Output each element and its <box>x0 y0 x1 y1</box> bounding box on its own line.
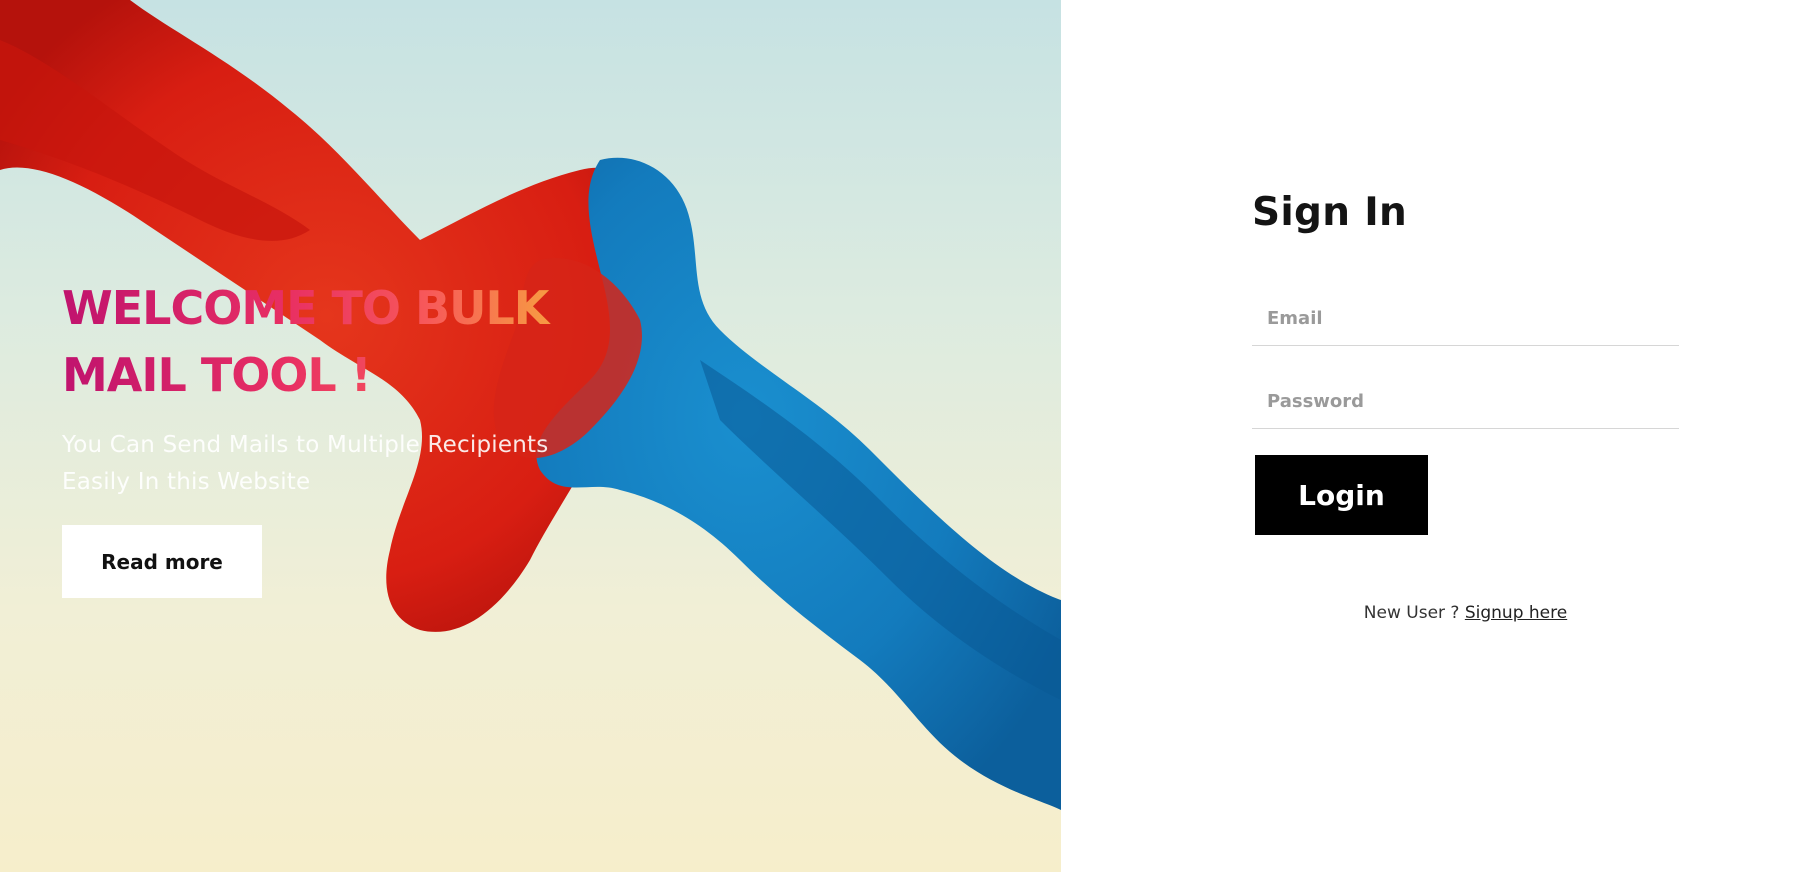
signin-panel: Sign In Login New User ? Signup here <box>1061 0 1800 872</box>
hero-title: WELCOME TO BULK MAIL TOOL ! <box>62 275 622 409</box>
hero-subtitle: You Can Send Mails to Multiple Recipient… <box>62 427 622 501</box>
login-button[interactable]: Login <box>1255 455 1428 535</box>
signin-title: Sign In <box>1252 190 1408 235</box>
signin-form: Sign In Login New User ? Signup here <box>1252 190 1679 623</box>
email-field-wrapper <box>1252 283 1679 346</box>
hero-title-line2: MAIL TOOL ! <box>62 348 371 402</box>
password-field-wrapper <box>1252 346 1679 429</box>
signin-page: WELCOME TO BULK MAIL TOOL ! You Can Send… <box>0 0 1800 872</box>
hero-subtitle-line1: You Can Send Mails to Multiple Recipient… <box>62 432 549 458</box>
new-user-text: New User ? <box>1363 603 1465 623</box>
signup-link[interactable]: Signup here <box>1465 603 1567 623</box>
signup-prompt: New User ? Signup here <box>1252 603 1679 623</box>
read-more-button[interactable]: Read more <box>62 525 262 598</box>
hero-content: WELCOME TO BULK MAIL TOOL ! You Can Send… <box>62 275 622 598</box>
hero-panel: WELCOME TO BULK MAIL TOOL ! You Can Send… <box>0 0 1061 872</box>
email-field[interactable] <box>1252 291 1679 345</box>
hero-title-line1: WELCOME TO BULK <box>62 281 549 335</box>
hero-subtitle-line2: Easily In this Website <box>62 469 311 495</box>
password-field[interactable] <box>1252 374 1679 428</box>
